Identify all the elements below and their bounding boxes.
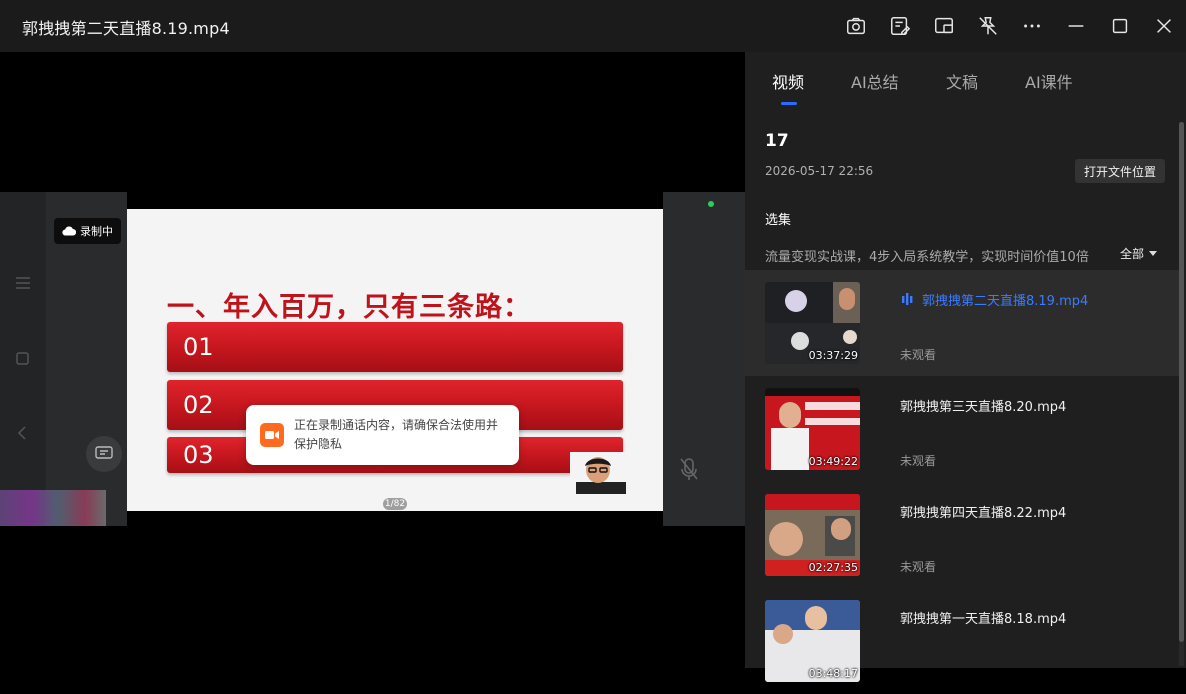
- tab-transcript[interactable]: 文稿: [946, 69, 978, 93]
- minimize-icon: [1068, 25, 1084, 27]
- episode-status: 未观看: [900, 348, 937, 362]
- video-name: 17: [765, 131, 789, 151]
- series-description: 流量变现实战课，4步入局系统教学，实现时间价值10倍: [765, 250, 1089, 265]
- edit-note-icon: [891, 17, 911, 35]
- list-item[interactable]: 03:48:17 郭拽拽第一天直播8.18.mp4: [745, 588, 1179, 694]
- all-episodes-dropdown[interactable]: 全部: [1120, 245, 1158, 262]
- caret-down-icon: [1149, 250, 1158, 256]
- episode-duration: 03:37:29: [808, 349, 858, 362]
- episode-title: 郭拽拽第二天直播8.19.mp4: [922, 294, 1089, 309]
- video-date: 2026-05-17 22:56: [765, 164, 874, 178]
- episode-duration: 02:27:35: [808, 561, 858, 574]
- side-tabs: 视频 AI总结 文稿 AI课件: [745, 52, 1186, 108]
- person-icon: [576, 457, 626, 494]
- active-tab-indicator: [781, 102, 797, 105]
- pin-off-button[interactable]: [966, 0, 1010, 52]
- open-file-location-button[interactable]: 打开文件位置: [1075, 159, 1165, 183]
- recording-label: 录制中: [80, 225, 113, 238]
- picture-in-picture-icon: [935, 17, 953, 34]
- pin-off-icon: [979, 17, 997, 35]
- screenshot-button[interactable]: [834, 0, 878, 52]
- episode-thumbnail: 02:27:35: [765, 494, 860, 576]
- picture-in-picture-button[interactable]: [922, 0, 966, 52]
- slide-page-indicator: 1/82: [383, 498, 407, 510]
- video-player[interactable]: 录制中 一、年入百万，只有三条路： 01 02 03 1/82 正在录制通话内容…: [0, 52, 745, 668]
- title-bar-actions: [834, 0, 1186, 52]
- close-icon: [1157, 19, 1171, 33]
- episode-thumbnail: 03:48:17: [765, 600, 860, 682]
- video-record-icon: [260, 423, 284, 447]
- presenter-camera: [570, 452, 626, 494]
- mic-off-icon: [680, 458, 698, 480]
- back-icon: [17, 426, 26, 440]
- list-item[interactable]: 02:27:35 郭拽拽第四天直播8.22.mp4 未观看: [745, 482, 1179, 588]
- episode-status: 未观看: [900, 560, 937, 574]
- close-button[interactable]: [1142, 0, 1186, 52]
- all-episodes-label: 全部: [1120, 247, 1145, 261]
- meeting-left-strip: [0, 192, 46, 526]
- scrollbar-thumb[interactable]: [1179, 122, 1184, 642]
- list-item[interactable]: 03:37:29 郭拽拽第二天直播8.19.mp4 未观看: [745, 270, 1179, 376]
- blurred-thumbnail: [0, 490, 106, 526]
- minimize-button[interactable]: [1054, 0, 1098, 52]
- episode-title: 郭拽拽第四天直播8.22.mp4: [900, 506, 1067, 521]
- tab-ai-courseware[interactable]: AI课件: [1025, 69, 1073, 93]
- list-item[interactable]: 03:49:22 郭拽拽第三天直播8.20.mp4 未观看: [745, 376, 1179, 482]
- episode-status: 未观看: [900, 454, 937, 468]
- series-label: 选集: [765, 213, 792, 228]
- square-icon: [16, 352, 29, 365]
- more-icon: [1024, 24, 1040, 28]
- cloud-icon: [62, 226, 76, 236]
- window-title: 郭拽拽第二天直播8.19.mp4: [22, 19, 230, 38]
- side-panel: 视频 AI总结 文稿 AI课件 17 2026-05-17 22:56 打开文件…: [745, 52, 1186, 682]
- maximize-button[interactable]: [1098, 0, 1142, 52]
- episode-list-scrollbar[interactable]: [1179, 122, 1184, 666]
- online-status-dot: [708, 201, 714, 207]
- camera-icon: [847, 17, 865, 35]
- meeting-right-panel: [663, 192, 745, 526]
- slide-title: 一、年入百万，只有三条路：: [167, 292, 531, 323]
- chat-icon: [86, 436, 122, 472]
- playing-icon: [902, 293, 913, 305]
- menu-icon: [16, 277, 30, 289]
- episode-thumbnail: 03:37:29: [765, 282, 860, 364]
- episode-duration: 03:48:17: [808, 667, 858, 680]
- episode-title: 郭拽拽第三天直播8.20.mp4: [900, 400, 1067, 415]
- recording-toast-text: 正在录制通话内容，请确保合法使用并保护隐私: [294, 418, 499, 451]
- tab-ai-summary[interactable]: AI总结: [851, 69, 899, 93]
- tab-video[interactable]: 视频: [772, 69, 804, 93]
- slide-bar-1: 01: [167, 322, 623, 372]
- title-bar: 郭拽拽第二天直播8.19.mp4: [0, 0, 1186, 52]
- episode-duration: 03:49:22: [808, 455, 858, 468]
- recording-badge: 录制中: [54, 218, 121, 244]
- maximize-icon: [1112, 18, 1128, 34]
- recording-toast: 正在录制通话内容，请确保合法使用并保护隐私: [246, 405, 519, 465]
- episode-thumbnail: 03:49:22: [765, 388, 860, 470]
- episode-title: 郭拽拽第一天直播8.18.mp4: [900, 612, 1067, 627]
- edit-note-button[interactable]: [878, 0, 922, 52]
- more-button[interactable]: [1010, 0, 1054, 52]
